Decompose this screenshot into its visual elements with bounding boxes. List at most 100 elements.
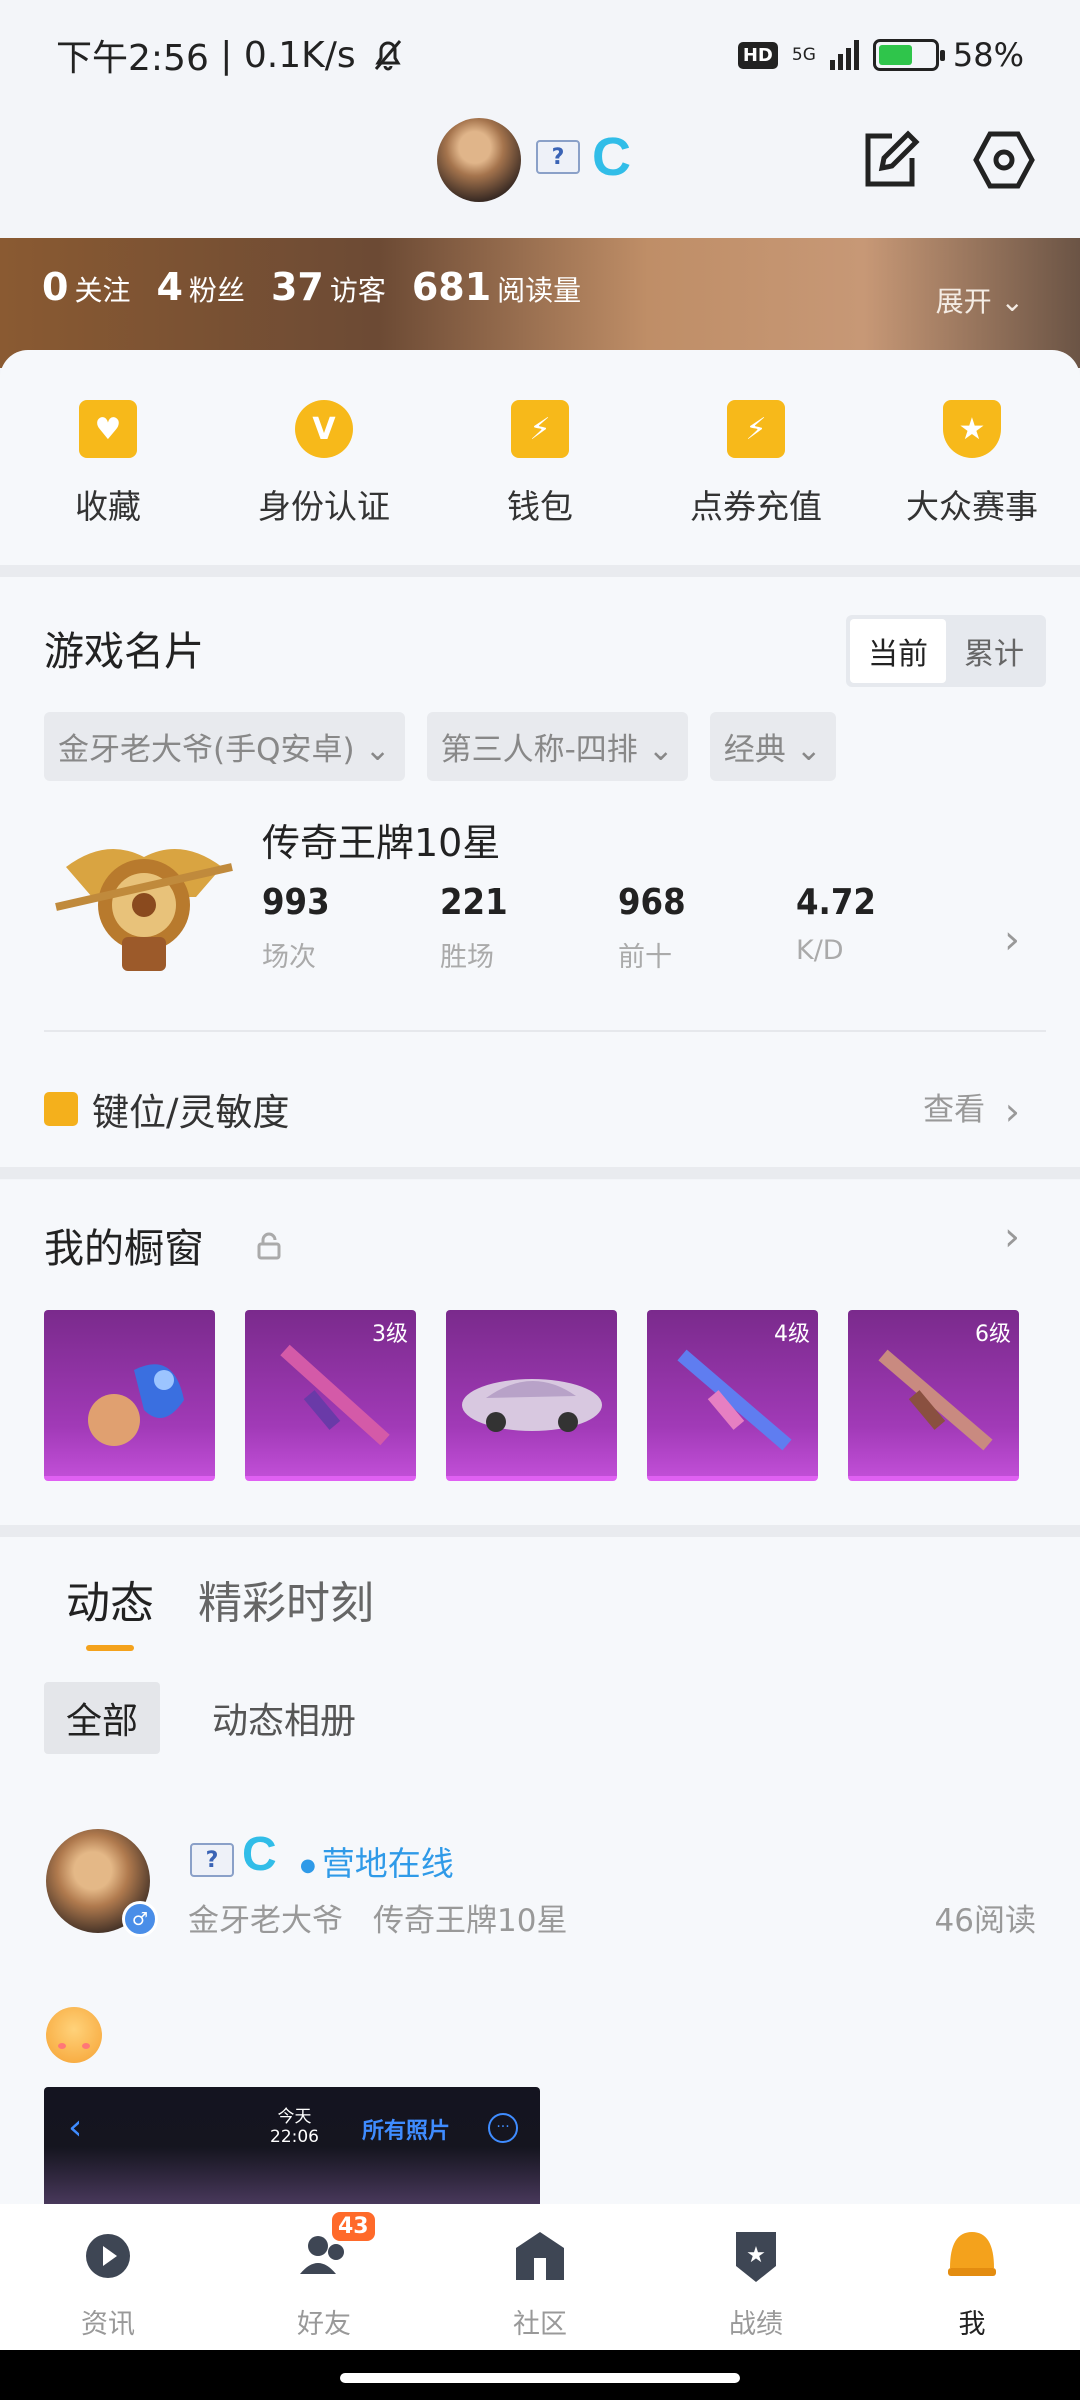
divider: [0, 1525, 1080, 1537]
filter-row: 金牙老大爷(手Q安卓) ⌄ 第三人称-四排 ⌄ 经典 ⌄: [44, 712, 836, 781]
back-icon: ‹: [68, 2107, 83, 2148]
toggle-current[interactable]: 当前: [850, 619, 946, 683]
me-icon: [948, 2232, 996, 2276]
post-rank: 传奇王牌10星: [373, 1903, 568, 1939]
divider: [0, 565, 1080, 577]
post-avatar[interactable]: ♂: [46, 1829, 158, 1937]
post-author[interactable]: 金牙老大爷: [188, 1903, 343, 1939]
stat-kd: 4.72 K/D: [796, 882, 876, 966]
profile-stats: 0 关注 4 粉丝 37 访客 681 阅读量: [42, 265, 581, 309]
filter-map[interactable]: 经典 ⌄: [709, 712, 836, 781]
flag-icon: ?: [190, 1843, 234, 1877]
showcase-title: 我的橱窗: [44, 1226, 204, 1272]
view-button[interactable]: 查看 ›: [923, 1084, 1020, 1134]
tab-highlights[interactable]: 精彩时刻: [198, 1567, 374, 1631]
signal-icon: [829, 40, 859, 70]
post-meta: 金牙老大爷 传奇王牌10星: [188, 1895, 567, 1940]
showcase-item[interactable]: 4级: [647, 1310, 818, 1481]
rank-stats: 993 场次 221 胜场 968 前十 4.72 K/D: [262, 882, 974, 974]
community-icon: [516, 2232, 564, 2280]
game-card-title: 游戏名片: [44, 629, 204, 675]
quick-wallet[interactable]: ⚡ 钱包: [440, 400, 640, 528]
trophy-icon: ★: [943, 400, 1001, 458]
chevron-down-icon: ⌄: [1000, 285, 1024, 318]
more-icon: ···: [488, 2113, 518, 2143]
quick-favorite[interactable]: ♥ 收藏: [8, 400, 208, 528]
quick-tournament[interactable]: ★ 大众赛事: [872, 400, 1072, 528]
toggle-total[interactable]: 累计: [946, 619, 1042, 683]
subtab-all[interactable]: 全部: [44, 1682, 161, 1754]
game-card: 游戏名片 当前 累计 金牙老大爷(手Q安卓) ⌄ 第三人称-四排 ⌄ 经典 ⌄ 传奇王…: [0, 577, 1080, 1167]
bottom-nav: 资讯 43 好友 社区 ★ 战绩 我: [0, 2204, 1080, 2350]
car-icon: [462, 1379, 602, 1432]
c-badge-icon: C: [242, 1828, 277, 1881]
home-bar[interactable]: [340, 2373, 740, 2383]
nav-news[interactable]: 资讯: [0, 2204, 216, 2350]
chevron-right-icon[interactable]: ›: [1004, 1214, 1020, 1260]
rank-name: 传奇王牌10星: [262, 821, 501, 865]
news-icon: [86, 2234, 130, 2278]
divider: [0, 1167, 1080, 1179]
avatar[interactable]: [437, 118, 521, 202]
friends-badge: 43: [332, 2212, 375, 2241]
feed-tabs: 动态 精彩时刻: [66, 1567, 374, 1651]
keys-sensitivity-row[interactable]: 键位/灵敏度: [44, 1082, 289, 1136]
network-type: 5G: [791, 44, 816, 65]
showcase-item[interactable]: [44, 1310, 215, 1481]
flag-icon: ?: [536, 140, 580, 174]
quick-verify[interactable]: V 身份认证: [224, 400, 424, 528]
nav-community[interactable]: 社区: [432, 2204, 648, 2350]
showcase-item[interactable]: [446, 1310, 617, 1481]
post-image[interactable]: ‹ 今天 22:06 所有照片 ···: [44, 2087, 540, 2207]
stat-visitors[interactable]: 37 访客: [271, 265, 386, 309]
stat-fans[interactable]: 4 粉丝: [156, 265, 244, 309]
outfit-icon: [88, 1364, 184, 1446]
showcase-item[interactable]: 3级: [245, 1310, 416, 1481]
status-net-speed: 0.1K/s: [243, 34, 356, 76]
nav-friends[interactable]: 43 好友: [216, 2204, 432, 2350]
showcase-items: 3级 4级 6级: [44, 1310, 1019, 1481]
sliders-icon: [44, 1092, 78, 1126]
quick-recharge[interactable]: ⚡ 点券充值: [656, 400, 856, 528]
verify-icon: V: [295, 400, 353, 458]
battery-icon: [872, 39, 945, 71]
stat-top10: 968 前十: [618, 882, 686, 973]
nav-record[interactable]: ★ 战绩: [648, 2204, 864, 2350]
stat-reads[interactable]: 681 阅读量: [412, 265, 581, 309]
profile-header: ? C: [0, 110, 1080, 240]
subtab-album[interactable]: 动态相册: [190, 1682, 378, 1754]
recharge-icon: ⚡: [727, 400, 785, 458]
svg-text:★: ★: [746, 2243, 766, 2268]
feed-section: 动态 精彩时刻 全部 动态相册 ♂ ? C 营地在线 金牙老大爷传奇王牌10星 …: [0, 1537, 1080, 2207]
filter-mode[interactable]: 第三人称-四排 ⌄: [426, 712, 688, 781]
c-badge-icon: C: [592, 127, 631, 187]
status-time: 下午2:56: [56, 38, 209, 79]
feed-subtabs: 全部 动态相册: [44, 1682, 378, 1754]
stat-following[interactable]: 0 关注: [42, 265, 130, 309]
record-icon: ★: [736, 2232, 776, 2282]
rank-medal-icon: [55, 849, 233, 971]
expand-button[interactable]: 展开 ⌄: [936, 280, 1024, 320]
settings-icon[interactable]: [972, 128, 1036, 192]
chevron-down-icon: ⌄: [364, 732, 391, 768]
showcase-item[interactable]: 6级: [848, 1310, 1019, 1481]
status-bar: 下午2:56 | 0.1K/s HD 5G 58%: [0, 0, 1080, 110]
divider: [44, 1030, 1046, 1032]
filter-account[interactable]: 金牙老大爷(手Q安卓) ⌄: [44, 712, 405, 781]
post-reads: 46阅读: [934, 1903, 1036, 1939]
lock-icon: [257, 1232, 281, 1260]
battery-percent: 58%: [952, 36, 1024, 74]
stat-matches: 993 场次: [262, 882, 330, 973]
chevron-down-icon: ⌄: [647, 732, 674, 768]
edit-icon[interactable]: [858, 128, 922, 192]
showcase-card: 我的橱窗 › 3级 4级 6级: [0, 1180, 1080, 1525]
nav-me[interactable]: 我: [864, 2204, 1080, 2350]
chevron-right-icon: ›: [1004, 1089, 1020, 1134]
online-status: 营地在线: [300, 1837, 454, 1885]
favorite-icon: ♥: [79, 400, 137, 458]
stats-toggle: 当前 累计: [846, 615, 1046, 687]
emoji-icon: [46, 2007, 102, 2063]
stat-wins: 221 胜场: [440, 882, 508, 973]
chevron-right-icon[interactable]: ›: [1004, 917, 1020, 963]
tab-dynamics[interactable]: 动态: [66, 1567, 154, 1651]
